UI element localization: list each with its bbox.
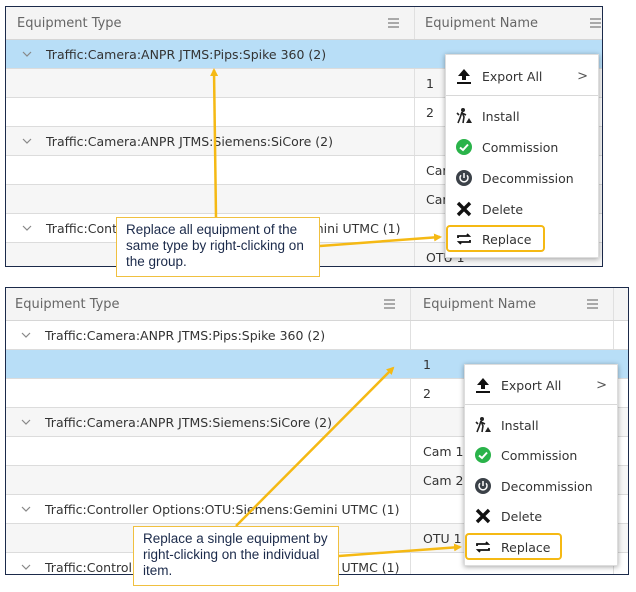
chevron-down-icon[interactable] (19, 560, 33, 574)
menu-divider (446, 95, 598, 96)
delete-x-icon (454, 199, 474, 219)
menu-item-commission[interactable]: Commission (465, 440, 617, 470)
equipment-name-cell: Cam 2 (423, 472, 463, 488)
commission-check-icon (454, 137, 474, 157)
install-icon (473, 415, 493, 435)
chevron-down-icon[interactable] (19, 502, 33, 516)
column-divider[interactable] (414, 7, 415, 39)
chevron-right-icon: > (577, 68, 588, 84)
menu-item-label: Commission (482, 139, 559, 155)
column-header-equipment-type[interactable]: Equipment Type (15, 288, 395, 320)
menu-item-install[interactable]: Install (465, 410, 617, 440)
equipment-name-cell: 1 (423, 356, 431, 372)
column-divider[interactable] (613, 288, 614, 320)
chevron-down-icon[interactable] (19, 328, 33, 342)
equipment-name-cell: Cam 1 (423, 443, 463, 459)
callout-single-replace: Replace a single equipment by right-clic… (133, 526, 339, 586)
chevron-down-icon[interactable] (20, 221, 34, 235)
menu-item-label: Commission (501, 447, 578, 463)
menu-item-label: Install (482, 108, 520, 124)
group-label: Traffic:Camera:ANPR JTMS:Pips:Spike 360 … (45, 327, 326, 343)
menu-item-export-all[interactable]: Export All > (446, 61, 598, 91)
column-menu-icon[interactable] (388, 18, 399, 28)
export-icon (454, 66, 474, 86)
group-label: Traffic:Camera:ANPR JTMS:Siemens:SiCore … (45, 414, 333, 430)
decommission-power-icon (454, 168, 474, 188)
menu-item-label: Export All (482, 68, 543, 84)
grid-header: Equipment Type Equipment Name (6, 288, 628, 321)
install-icon (454, 106, 474, 126)
menu-item-label: Delete (482, 201, 524, 217)
replace-highlight-box (465, 533, 562, 560)
menu-item-delete[interactable]: Delete (465, 501, 617, 531)
menu-item-label: Install (501, 417, 539, 433)
delete-x-icon (473, 506, 493, 526)
menu-item-decommission[interactable]: Decommission (465, 471, 617, 501)
group-label: Traffic:Camera:ANPR JTMS:Pips:Spike 360 … (46, 46, 327, 62)
column-menu-icon[interactable] (384, 299, 395, 309)
column-header-equipment-name[interactable]: Equipment Name (423, 288, 573, 320)
decommission-power-icon (473, 476, 493, 496)
menu-item-label: Export All (501, 377, 562, 393)
group-row[interactable]: Traffic:Camera:ANPR JTMS:Pips:Spike 360 … (6, 321, 628, 350)
column-divider[interactable] (410, 288, 411, 320)
menu-item-decommission[interactable]: Decommission (446, 163, 598, 193)
grid-header: Equipment Type Equipment Name (6, 7, 602, 40)
group-label: Traffic:Camera:ANPR JTMS:Siemens:SiCore … (46, 133, 334, 149)
menu-item-install[interactable]: Install (446, 101, 598, 131)
menu-item-label: Decommission (482, 170, 574, 186)
column-header-equipment-type[interactable]: Equipment Type (17, 7, 397, 39)
chevron-down-icon[interactable] (20, 47, 34, 61)
menu-item-commission[interactable]: Commission (446, 132, 598, 162)
equipment-name-cell: OTU 1 (423, 530, 462, 546)
commission-check-icon (473, 445, 493, 465)
column-header-equipment-name[interactable]: Equipment Name (425, 7, 575, 39)
menu-divider (465, 404, 617, 405)
chevron-down-icon[interactable] (20, 134, 34, 148)
replace-highlight-box (446, 225, 545, 252)
callout-group-replace: Replace all equipment of the same type b… (116, 217, 320, 277)
menu-item-label: Delete (501, 508, 543, 524)
column-menu-icon[interactable] (590, 18, 601, 28)
menu-item-label: Decommission (501, 478, 593, 494)
group-label: Traffic:Controller Options:OTU:Siemens:G… (45, 501, 400, 517)
equipment-name-cell: 2 (423, 385, 431, 401)
export-icon (473, 375, 493, 395)
menu-item-export-all[interactable]: Export All > (465, 370, 617, 400)
chevron-right-icon: > (596, 377, 607, 393)
column-menu-icon[interactable] (587, 299, 598, 309)
menu-item-delete[interactable]: Delete (446, 194, 598, 224)
chevron-down-icon[interactable] (19, 415, 33, 429)
